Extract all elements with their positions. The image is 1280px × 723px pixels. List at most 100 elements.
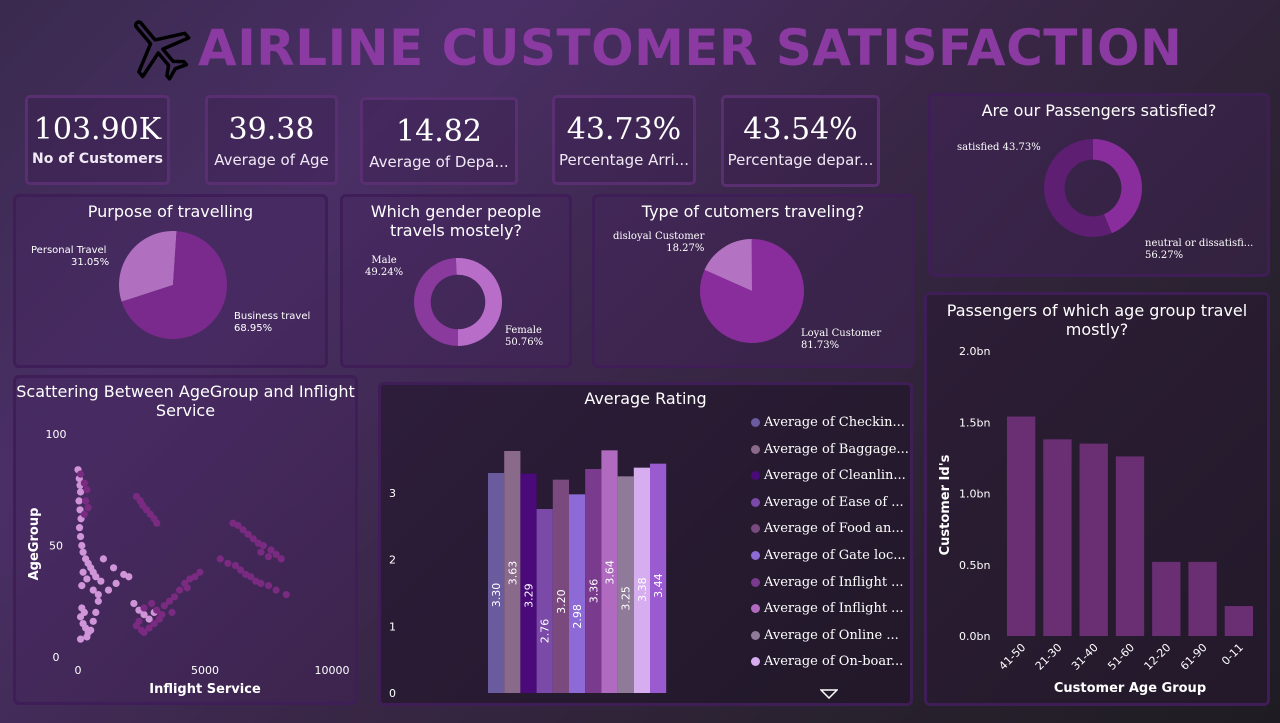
scatter-point[interactable] [89,617,97,625]
scatter-point[interactable] [109,564,118,572]
scatter-point[interactable] [84,503,92,512]
scatter-point[interactable] [170,593,179,601]
legend-label: Average of Checkin... [764,415,905,430]
scatter-point[interactable] [196,568,204,576]
personal-travel-label: Personal Travel 31.05% [31,245,110,268]
legend-dot [751,524,760,534]
scatter-point[interactable] [78,582,86,590]
scatter-point[interactable] [80,479,88,487]
scatter-point[interactable] [272,586,280,594]
disloyal-customer-label: disloyal Customer 18.27% [613,231,705,254]
scatter-point[interactable] [168,608,176,616]
kpi-value: 43.54% [743,112,858,147]
scatter-point[interactable] [80,510,88,518]
scatter-point[interactable] [282,590,290,599]
scatter-point[interactable] [259,541,268,550]
scatter-point[interactable] [257,579,265,588]
age-bar[interactable] [1079,443,1108,636]
scatter-point[interactable] [78,541,86,550]
y-tick-label: 0 [53,651,60,664]
scatter-point[interactable] [75,497,83,505]
scatter-point[interactable] [94,597,102,605]
female-slice[interactable] [455,258,503,346]
scatter-point[interactable] [264,553,273,561]
legend-item[interactable]: Average of Inflight ... [751,575,904,590]
legend-item[interactable]: Average of Cleanlin... [751,468,906,483]
age-bar[interactable] [1043,439,1072,636]
legend-label: Average of Baggage... [764,441,909,457]
legend-item[interactable]: Average of On-boar... [751,654,903,669]
scatter-point[interactable] [75,524,84,532]
scatter-point[interactable] [257,548,265,556]
scatter-point[interactable] [277,555,285,563]
panel-title: Are our Passengers satisfied? [981,101,1217,120]
satisfaction-donut [1044,139,1142,237]
scatter-point[interactable] [76,532,85,541]
scatter-point[interactable] [76,635,85,643]
rating-legend: Average of Checkin... Average of Baggage.… [751,415,911,675]
y-tick-label: 1 [389,620,396,633]
age-bar[interactable] [1224,606,1254,636]
x-axis-label: Inflight Service [149,682,261,697]
legend-item[interactable]: Average of Checkin... [751,415,905,430]
scatter-point[interactable] [80,608,88,616]
legend-item[interactable]: Average of Ease of ... [751,495,904,510]
age-bar[interactable] [1152,561,1181,636]
bar-value-label: 3.29 [523,583,536,608]
age-bar[interactable] [1006,416,1036,636]
age-bar[interactable] [1115,456,1145,636]
rating-bar[interactable] [520,473,537,693]
scatter-point[interactable] [97,577,105,585]
scatter-point[interactable] [153,606,161,614]
x-axis-label: Customer Age Group [1054,681,1206,696]
chart-title: Passengers of which age group travel mos… [946,301,1248,339]
satisfaction-panel: Are our Passengers satisfied? satisfied … [928,93,1270,277]
scatter-point[interactable] [125,573,133,581]
scatter-point[interactable] [183,584,191,592]
scatter-point[interactable] [76,470,85,478]
scatter-point[interactable] [92,608,100,616]
rating-bar[interactable] [569,494,586,693]
scatter-point[interactable] [153,519,161,527]
scatter-point[interactable] [87,626,95,634]
legend-item[interactable]: Average of Baggage... [751,442,909,457]
scatter-point[interactable] [83,486,91,494]
scatter-point[interactable] [83,633,91,641]
age-group-bar-chart: 0.0bn 0.5bn 1.0bn 1.5bn 2.0bn 41-50 21-30 31-40… [938,345,1254,696]
legend-item[interactable]: Average of Inflight ... [751,601,904,616]
scatter-point[interactable] [104,586,113,594]
y-tick-label: 2 [389,554,396,567]
scatter-point[interactable] [94,590,102,599]
rating-bar[interactable] [536,509,553,693]
rating-bar[interactable] [617,476,634,693]
legend-item[interactable]: Average of Online ... [751,628,899,643]
loyal-customer-label: Loyal Customer 81.73% [801,328,882,351]
scatter-point[interactable] [264,582,273,590]
scatter-point[interactable] [130,599,138,608]
scatter-point[interactable] [224,559,232,567]
scatter-point[interactable] [79,548,87,556]
kpi-customers-card: 103.90K No of Customers [25,95,170,185]
legend-item[interactable]: Average of Gate loc... [751,548,906,563]
scatter-point[interactable] [82,497,90,505]
scatter-point[interactable] [99,555,107,563]
scatter-point[interactable] [148,599,156,608]
male-slice[interactable] [414,258,458,346]
rating-bar[interactable] [552,479,569,693]
legend-item[interactable]: Average of Food an... [751,521,904,536]
scatter-point[interactable] [83,575,91,583]
scatter-point[interactable] [112,579,120,588]
scatter-point[interactable] [79,568,87,576]
bar-value-label: 3.63 [506,561,519,586]
scatter-point[interactable] [140,604,148,612]
age-group-panel: Passengers of which age group travel mos… [924,292,1270,706]
scatter-point[interactable] [76,488,85,496]
age-bar[interactable] [1188,561,1217,636]
y-tick-label: 0.5bn [959,559,990,572]
scatter-point[interactable] [216,555,224,563]
scroll-down-icon[interactable] [820,689,838,699]
scatter-point[interactable] [176,586,184,594]
bar-value-label: 3.36 [587,579,600,604]
legend-dot [751,577,760,587]
bar-value-label: 3.20 [555,589,568,614]
